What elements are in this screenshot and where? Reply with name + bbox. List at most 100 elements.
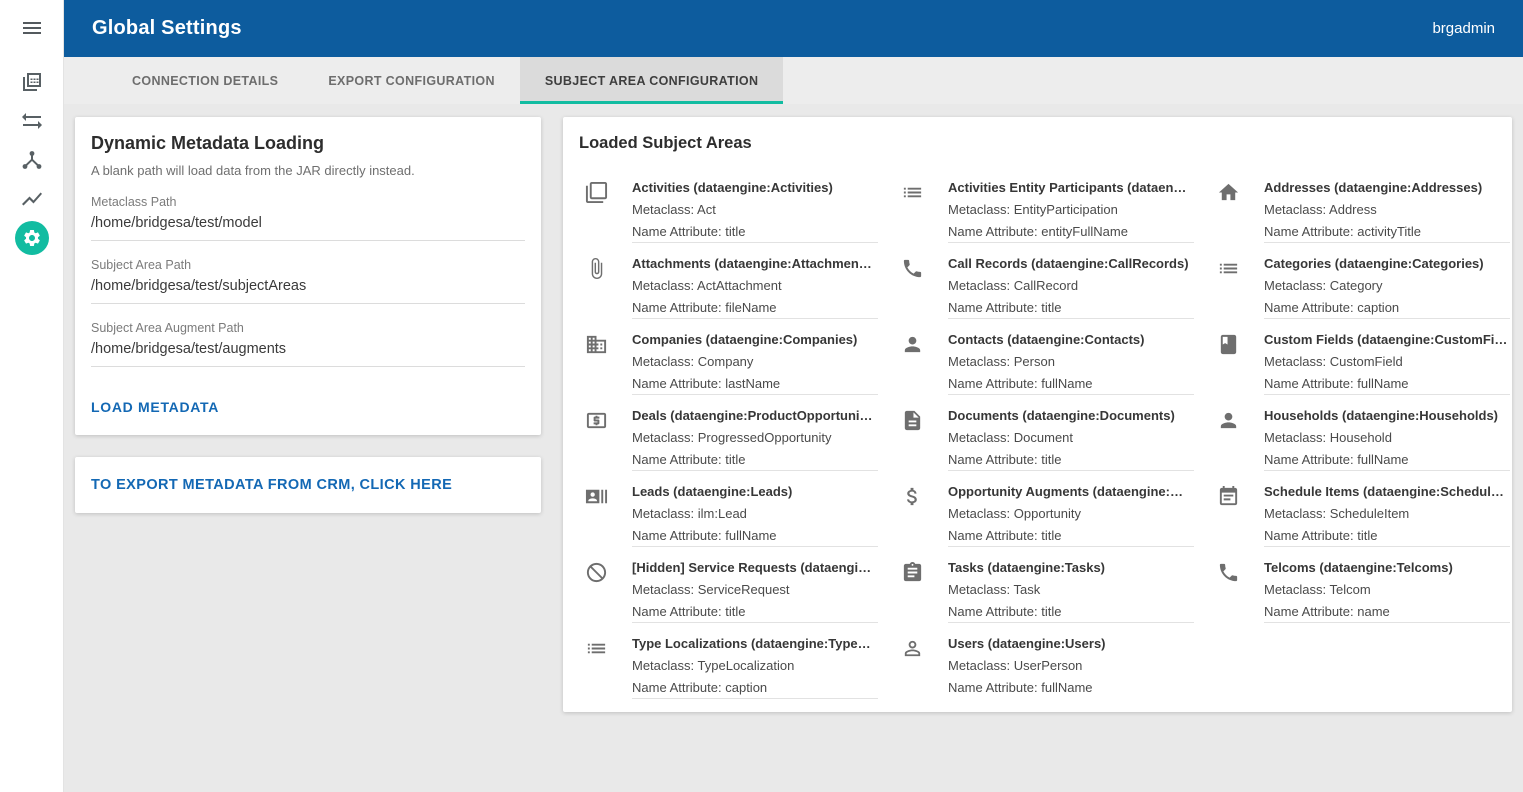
sidebar-item-tables[interactable] — [15, 65, 49, 99]
subject-area-metaclass: Metaclass: Person — [948, 354, 1194, 369]
field-subject-area-augment-path: Subject Area Augment Path — [91, 321, 525, 367]
clipboard-icon — [901, 561, 948, 584]
metaclass-value: Person — [1014, 354, 1055, 369]
subject-area-metaclass: Metaclass: ProgressedOpportunity — [632, 430, 878, 445]
metaclass-value: Company — [698, 354, 754, 369]
subject-area-title: Leads (dataengine:Leads) — [632, 484, 878, 499]
metaclass-label: Metaclass: — [632, 582, 694, 597]
subject-area-name-attribute: Name Attribute: caption — [1264, 300, 1510, 315]
subject-area-title: Telcoms (dataengine:Telcoms) — [1264, 560, 1510, 575]
main-content: Dynamic Metadata Loading A blank path wi… — [64, 104, 1523, 792]
name-attribute-value: activityTitle — [1357, 224, 1421, 239]
metaclass-value: CallRecord — [1014, 278, 1078, 293]
name-attribute-value: title — [725, 224, 745, 239]
subject-area-title: Users (dataengine:Users) — [948, 636, 1194, 651]
sidebar-item-settings[interactable] — [15, 221, 49, 255]
tab-subject-area-configuration[interactable]: SUBJECT AREA CONFIGURATION — [520, 57, 784, 104]
name-attribute-label: Name Attribute: — [948, 528, 1038, 543]
subject-area-item-companies: Companies (dataengine:Companies) Metacla… — [578, 325, 894, 401]
load-metadata-button[interactable]: LOAD METADATA — [91, 397, 219, 417]
sidebar-item-transfer[interactable] — [15, 104, 49, 138]
hamburger-menu-button[interactable] — [20, 16, 44, 40]
export-metadata-link[interactable]: TO EXPORT METADATA FROM CRM, CLICK HERE — [91, 477, 452, 493]
person-icon — [1217, 409, 1264, 432]
contact-card-icon — [585, 485, 632, 508]
subject-area-title: Documents (dataengine:Documents) — [948, 408, 1194, 423]
subject-area-name-attribute: Name Attribute: fileName — [632, 300, 878, 315]
sidebar-item-hierarchy[interactable] — [15, 143, 49, 177]
metaclass-label: Metaclass: — [1264, 202, 1326, 217]
subject-area-title: Type Localizations (dataengine:Type… — [632, 636, 878, 651]
book-icon — [1217, 333, 1264, 356]
name-attribute-value: title — [1041, 452, 1061, 467]
hub-icon — [20, 148, 44, 172]
username-label: brgadmin — [1432, 20, 1495, 37]
metaclass-label: Metaclass: — [1264, 354, 1326, 369]
name-attribute-label: Name Attribute: — [948, 300, 1038, 315]
subject-area-name-attribute: Name Attribute: title — [948, 528, 1194, 543]
name-attribute-value: fullName — [1357, 376, 1408, 391]
left-column: Dynamic Metadata Loading A blank path wi… — [75, 117, 541, 513]
subject-area-metaclass: Metaclass: Telcom — [1264, 582, 1510, 597]
subject-area-name-attribute: Name Attribute: fullName — [632, 528, 878, 543]
metaclass-label: Metaclass: — [948, 582, 1010, 597]
subject-area-item-contacts: Contacts (dataengine:Contacts) Metaclass… — [894, 325, 1210, 401]
metaclass-value: Telcom — [1330, 582, 1371, 597]
metaclass-value: TypeLocalization — [698, 658, 795, 673]
subject-area-item-documents: Documents (dataengine:Documents) Metacla… — [894, 401, 1210, 477]
page-title: Global Settings — [92, 17, 242, 40]
field-metaclass-path: Metaclass Path — [91, 195, 525, 241]
path-input[interactable] — [91, 278, 525, 304]
name-attribute-label: Name Attribute: — [1264, 376, 1354, 391]
metaclass-value: Household — [1330, 430, 1392, 445]
sidebar-item-analytics[interactable] — [15, 182, 49, 216]
subject-area-title: [Hidden] Service Requests (dataengi… — [632, 560, 878, 575]
subject-area-name-attribute: Name Attribute: fullName — [948, 680, 1194, 695]
name-attribute-label: Name Attribute: — [632, 376, 722, 391]
subject-area-title: Activities Entity Participants (dataen… — [948, 180, 1194, 195]
subject-area-name-attribute: Name Attribute: lastName — [632, 376, 878, 391]
subject-area-name-attribute: Name Attribute: title — [632, 604, 878, 619]
subject-area-title: Contacts (dataengine:Contacts) — [948, 332, 1194, 347]
metaclass-label: Metaclass: — [948, 506, 1010, 521]
subject-area-metaclass: Metaclass: ilm:Lead — [632, 506, 878, 521]
path-input[interactable] — [91, 341, 525, 367]
metaclass-label: Metaclass: — [632, 506, 694, 521]
metaclass-label: Metaclass: — [632, 658, 694, 673]
metaclass-label: Metaclass: — [948, 354, 1010, 369]
tab-connection-details[interactable]: CONNECTION DETAILS — [107, 57, 303, 104]
subject-area-title: Addresses (dataengine:Addresses) — [1264, 180, 1510, 195]
subject-area-title: Deals (dataengine:ProductOpportuni… — [632, 408, 878, 423]
subject-area-metaclass: Metaclass: Document — [948, 430, 1194, 445]
metaclass-label: Metaclass: — [948, 202, 1010, 217]
name-attribute-value: fullName — [725, 528, 776, 543]
menu-icon — [20, 16, 44, 40]
name-attribute-label: Name Attribute: — [632, 300, 722, 315]
subject-area-item-attachments: Attachments (dataengine:Attachmen… Metac… — [578, 249, 894, 325]
subject-area-metaclass: Metaclass: UserPerson — [948, 658, 1194, 673]
subject-area-name-attribute: Name Attribute: title — [948, 604, 1194, 619]
person-icon — [901, 333, 948, 356]
tab-label: CONNECTION DETAILS — [132, 74, 278, 88]
name-attribute-label: Name Attribute: — [632, 224, 722, 239]
metaclass-value: ilm:Lead — [698, 506, 747, 521]
subject-area-name-attribute: Name Attribute: activityTitle — [1264, 224, 1510, 239]
name-attribute-value: title — [725, 452, 745, 467]
money-rect-icon — [585, 409, 632, 432]
name-attribute-label: Name Attribute: — [1264, 224, 1354, 239]
subject-area-name-attribute: Name Attribute: title — [632, 452, 878, 467]
subject-area-item-tasks: Tasks (dataengine:Tasks) Metaclass: Task… — [894, 553, 1210, 629]
metaclass-label: Metaclass: — [948, 658, 1010, 673]
phone-icon — [1217, 561, 1264, 584]
path-input[interactable] — [91, 215, 525, 241]
field-label: Metaclass Path — [91, 195, 525, 209]
name-attribute-value: title — [1357, 528, 1377, 543]
tab-export-configuration[interactable]: EXPORT CONFIGURATION — [303, 57, 520, 104]
subject-area-metaclass: Metaclass: TypeLocalization — [632, 658, 878, 673]
subject-area-title: Households (dataengine:Households) — [1264, 408, 1510, 423]
name-attribute-value: name — [1357, 604, 1390, 619]
subject-area-metaclass: Metaclass: ActAttachment — [632, 278, 878, 293]
tab-label: SUBJECT AREA CONFIGURATION — [545, 74, 759, 88]
subject-area-name-attribute: Name Attribute: name — [1264, 604, 1510, 619]
grid-copy-icon — [20, 70, 44, 94]
